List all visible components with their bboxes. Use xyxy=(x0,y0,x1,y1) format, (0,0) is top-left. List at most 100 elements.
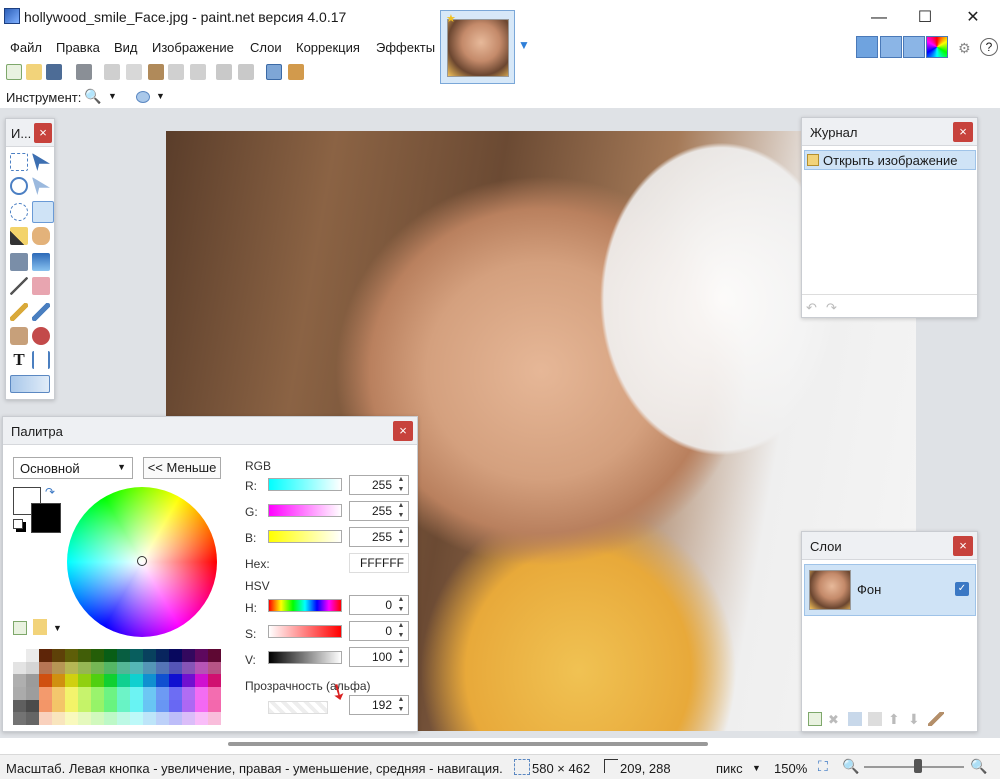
red-slider[interactable] xyxy=(268,478,342,491)
palette-swatch[interactable] xyxy=(26,699,39,713)
palette-swatch[interactable] xyxy=(39,649,52,662)
palette-swatch[interactable] xyxy=(169,687,182,700)
move-selection-icon[interactable] xyxy=(32,177,50,195)
value-slider[interactable] xyxy=(268,651,342,664)
ellipse-select-tool-icon[interactable] xyxy=(10,203,28,221)
palette-swatch[interactable] xyxy=(195,687,208,700)
menu-image[interactable]: Изображение xyxy=(152,40,234,55)
move-tool-icon[interactable] xyxy=(32,153,50,171)
minimize-button[interactable]: — xyxy=(856,4,902,32)
palette-swatch[interactable] xyxy=(156,674,169,687)
chevron-down-icon[interactable]: ▼ xyxy=(108,91,117,101)
palette-swatch[interactable] xyxy=(182,687,195,700)
clone-stamp-icon[interactable] xyxy=(10,327,28,345)
layers-close[interactable]: × xyxy=(953,536,973,556)
palette-swatch[interactable] xyxy=(208,649,221,662)
palette-swatch[interactable] xyxy=(182,712,195,725)
palette-swatch[interactable] xyxy=(78,661,91,675)
palette-swatch[interactable] xyxy=(52,674,65,687)
paste-icon[interactable] xyxy=(148,64,164,80)
pencil-icon[interactable] xyxy=(10,303,28,321)
add-layer-icon[interactable] xyxy=(808,712,822,726)
palette-swatch[interactable] xyxy=(169,674,182,687)
palette-swatch[interactable] xyxy=(195,661,208,675)
chevron-down-icon[interactable]: ▼ xyxy=(156,91,165,101)
green-spinner[interactable]: ▲ ▼ xyxy=(395,501,407,521)
zoom-out-icon[interactable]: 🔍 xyxy=(842,758,859,775)
magic-wand-icon[interactable] xyxy=(10,227,28,245)
palette-swatch[interactable] xyxy=(143,687,156,700)
palette-swatch[interactable] xyxy=(65,712,78,725)
menu-edit[interactable]: Правка xyxy=(56,40,100,55)
ruler-icon[interactable] xyxy=(288,64,304,80)
palette-swatch[interactable] xyxy=(39,699,52,713)
palette-swatch[interactable] xyxy=(13,674,26,687)
palette-swatch[interactable] xyxy=(208,699,221,713)
palette-swatch[interactable] xyxy=(195,699,208,713)
palette-swatch[interactable] xyxy=(143,649,156,662)
palette-swatch[interactable] xyxy=(13,699,26,713)
palette-swatch[interactable] xyxy=(143,674,156,687)
text-tool-icon[interactable]: T xyxy=(10,351,28,369)
move-down-icon[interactable]: ⬇ xyxy=(908,711,920,728)
palette-swatch[interactable] xyxy=(156,687,169,700)
saturation-spinner[interactable]: ▲ ▼ xyxy=(395,621,407,641)
palette-swatch[interactable] xyxy=(208,687,221,700)
palette-swatch[interactable] xyxy=(117,699,130,713)
palette-swatch[interactable] xyxy=(78,649,91,662)
palette-swatch[interactable] xyxy=(182,674,195,687)
palette-swatch[interactable] xyxy=(182,699,195,713)
palette-swatch[interactable] xyxy=(195,649,208,662)
palette-swatch[interactable] xyxy=(208,712,221,725)
layers-toggle-icon[interactable] xyxy=(903,36,925,58)
redo-icon[interactable]: ↷ xyxy=(826,300,837,316)
crop-icon[interactable] xyxy=(168,64,184,80)
palette-swatch[interactable] xyxy=(91,674,104,687)
palette-swatch[interactable] xyxy=(182,661,195,675)
color-picker-icon[interactable] xyxy=(32,303,50,321)
palette-swatch[interactable] xyxy=(143,661,156,675)
green-slider[interactable] xyxy=(268,504,342,517)
history-close[interactable]: × xyxy=(953,122,973,142)
hue-spinner[interactable]: ▲ ▼ xyxy=(395,595,407,615)
palette-swatch[interactable] xyxy=(130,661,143,675)
color-mode-select[interactable]: Основной ▼ xyxy=(13,457,133,479)
save-icon[interactable] xyxy=(46,64,62,80)
palette-swatch[interactable] xyxy=(91,699,104,713)
palette-swatch[interactable] xyxy=(104,674,117,687)
palette-panel-header[interactable]: Палитра × xyxy=(3,417,417,445)
palette-swatch[interactable] xyxy=(78,687,91,700)
alpha-slider[interactable] xyxy=(268,701,328,714)
palette-swatch[interactable] xyxy=(156,712,169,725)
palette-swatch[interactable] xyxy=(156,649,169,662)
zoom-tool-icon[interactable]: 🔍 xyxy=(84,88,101,105)
zoom-slider-thumb[interactable] xyxy=(914,759,922,773)
copy-icon[interactable] xyxy=(126,64,142,80)
close-button[interactable]: ✕ xyxy=(950,4,996,32)
palette-swatch[interactable] xyxy=(26,649,39,662)
zoom-level[interactable]: 150% xyxy=(774,761,807,776)
zoom-tool-icon[interactable] xyxy=(32,201,54,223)
cut-icon[interactable] xyxy=(104,64,120,80)
palette-swatch[interactable] xyxy=(52,699,65,713)
palette-swatch[interactable] xyxy=(117,674,130,687)
history-item[interactable]: Открыть изображение xyxy=(804,150,976,170)
gear-icon[interactable]: ⚙ xyxy=(958,40,971,57)
menu-view[interactable]: Вид xyxy=(114,40,138,55)
palette-swatch[interactable] xyxy=(78,674,91,687)
palette-swatch[interactable] xyxy=(52,687,65,700)
palette-swatch[interactable] xyxy=(143,699,156,713)
palette-swatch[interactable] xyxy=(130,699,143,713)
palette-swatch[interactable] xyxy=(26,687,39,700)
open-file-icon[interactable] xyxy=(26,64,42,80)
tools-toggle-icon[interactable] xyxy=(856,36,878,58)
secondary-color-swatch[interactable] xyxy=(31,503,61,533)
undo-icon[interactable] xyxy=(216,64,232,80)
pan-tool-icon[interactable] xyxy=(32,227,50,245)
palette-swatch[interactable] xyxy=(91,687,104,700)
chevron-down-icon[interactable]: ▼ xyxy=(518,38,530,52)
blue-slider[interactable] xyxy=(268,530,342,543)
palette-swatch[interactable] xyxy=(117,687,130,700)
eraser-icon[interactable] xyxy=(32,277,50,295)
palette-swatch[interactable] xyxy=(117,649,130,662)
